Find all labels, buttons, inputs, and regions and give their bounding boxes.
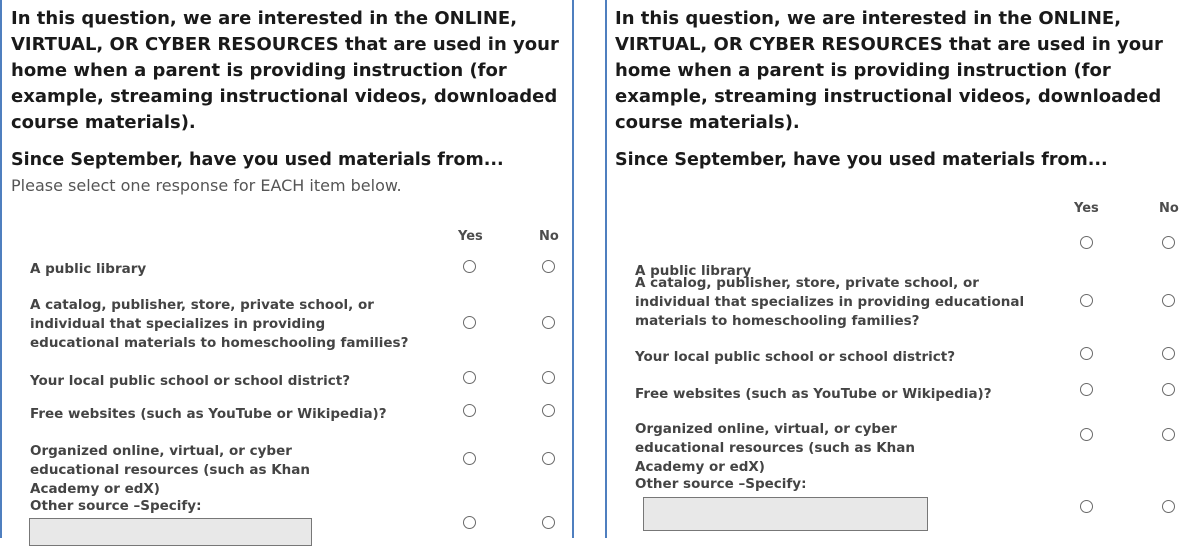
radio-other-source-yes[interactable] [1080, 500, 1093, 513]
column-header-yes: Yes [458, 229, 483, 244]
other-source-specify-input[interactable] [29, 518, 312, 546]
radio-public-library-no[interactable] [542, 260, 555, 273]
survey-panel-left: In this question, we are interested in t… [0, 0, 574, 546]
radio-local-public-school-yes[interactable] [463, 371, 476, 384]
item-label-free-websites: Free websites (such as YouTube or Wikipe… [635, 386, 992, 402]
radio-catalog-publisher-no[interactable] [542, 316, 555, 329]
item-label-organized-online: Organized online, virtual, or cyber educ… [30, 443, 310, 497]
item-label-catalog-publisher: A catalog, publisher, store, private sch… [30, 297, 409, 351]
radio-organized-online-yes[interactable] [463, 452, 476, 465]
item-label-catalog-publisher: A catalog, publisher, store, private sch… [635, 275, 1025, 329]
column-header-no: No [1159, 201, 1179, 216]
radio-catalog-publisher-yes[interactable] [1080, 294, 1093, 307]
other-source-specify-input[interactable] [643, 497, 928, 531]
question-instruction: Please select one response for EACH item… [11, 176, 402, 195]
radio-public-library-yes[interactable] [463, 260, 476, 273]
column-header-no: No [539, 229, 559, 244]
item-label-local-public-school: Your local public school or school distr… [30, 373, 351, 389]
question-subhead: Since September, have you used materials… [11, 150, 504, 170]
survey-panel-right: In this question, we are interested in t… [605, 0, 1183, 538]
radio-other-source-no[interactable] [1162, 500, 1175, 513]
item-label-organized-online: Organized online, virtual, or cyber educ… [635, 421, 915, 475]
item-label-other-source: Other source –Specify: [635, 476, 807, 492]
radio-organized-online-no[interactable] [1162, 428, 1175, 441]
item-label-public-library: A public library [30, 261, 147, 277]
item-label-local-public-school: Your local public school or school distr… [635, 349, 956, 365]
radio-free-websites-no[interactable] [542, 404, 555, 417]
radio-catalog-publisher-yes[interactable] [463, 316, 476, 329]
radio-other-source-no[interactable] [542, 516, 555, 529]
radio-public-library-yes[interactable] [1080, 236, 1093, 249]
question-subhead: Since September, have you used materials… [615, 150, 1108, 170]
radio-organized-online-no[interactable] [542, 452, 555, 465]
radio-local-public-school-yes[interactable] [1080, 347, 1093, 360]
radio-public-library-no[interactable] [1162, 236, 1175, 249]
question-intro: In this question, we are interested in t… [11, 8, 559, 133]
radio-free-websites-yes[interactable] [463, 404, 476, 417]
item-label-other-source: Other source –Specify: [30, 498, 202, 514]
radio-local-public-school-no[interactable] [1162, 347, 1175, 360]
radio-organized-online-yes[interactable] [1080, 428, 1093, 441]
item-label-free-websites: Free websites (such as YouTube or Wikipe… [30, 406, 387, 422]
column-header-yes: Yes [1074, 201, 1099, 216]
radio-local-public-school-no[interactable] [542, 371, 555, 384]
question-intro: In this question, we are interested in t… [615, 8, 1163, 133]
radio-other-source-yes[interactable] [463, 516, 476, 529]
radio-catalog-publisher-no[interactable] [1162, 294, 1175, 307]
radio-free-websites-no[interactable] [1162, 383, 1175, 396]
radio-free-websites-yes[interactable] [1080, 383, 1093, 396]
